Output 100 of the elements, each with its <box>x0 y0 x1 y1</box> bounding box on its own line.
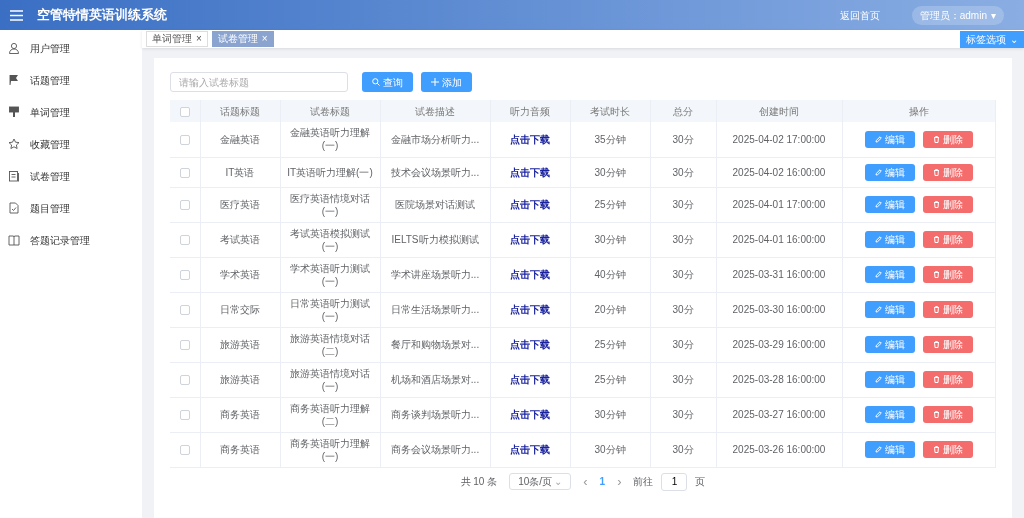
table-cell: 旅游英语情境对话(一) <box>290 367 370 392</box>
table-cell: 商务英语听力理解(一) <box>290 437 370 462</box>
row-checkbox[interactable] <box>179 410 190 421</box>
row-checkbox[interactable] <box>179 375 190 386</box>
row-checkbox[interactable] <box>179 167 190 178</box>
delete-button[interactable]: 删除 <box>922 371 973 388</box>
table-cell: 2025-03-28 16:00:00 <box>732 374 826 385</box>
download-link[interactable]: 点击下载 <box>510 166 550 178</box>
select-all-checkbox[interactable] <box>179 106 190 117</box>
trash-icon <box>932 411 940 418</box>
page-input[interactable]: 1 <box>661 472 688 491</box>
edit-button[interactable]: 编辑 <box>864 231 915 248</box>
table-cell: 30分 <box>672 133 694 145</box>
row-checkbox[interactable] <box>179 445 190 456</box>
sidebar-item[interactable]: 话题管理 <box>0 64 142 96</box>
edit-button[interactable]: 编辑 <box>864 163 915 181</box>
delete-button[interactable]: 删除 <box>922 336 973 353</box>
previous-page-button[interactable]: ‹ <box>583 475 588 488</box>
sidebar-item[interactable]: 答题记录管理 <box>0 224 142 256</box>
page-number[interactable]: 1 <box>599 475 606 488</box>
table-cell: 餐厅和购物场景对... <box>390 339 480 350</box>
edit-button[interactable]: 编辑 <box>864 336 915 353</box>
table-cell: 医疗英语 <box>220 199 260 210</box>
table-cell: 35分钟 <box>594 133 626 145</box>
delete-button[interactable]: 删除 <box>922 231 973 248</box>
table-cell: 考试英语模拟测试(一) <box>290 227 370 252</box>
table-cell: 医疗英语情境对话(一) <box>290 192 370 217</box>
table-cell: 商务英语 <box>220 444 260 455</box>
table-cell: IT英语 <box>225 166 255 178</box>
close-icon[interactable]: × <box>261 32 268 46</box>
edit-button[interactable]: 编辑 <box>864 130 915 148</box>
next-page-button[interactable]: › <box>617 475 622 488</box>
delete-button[interactable]: 删除 <box>922 196 973 213</box>
download-link[interactable]: 点击下载 <box>510 199 550 210</box>
user-menu[interactable]: 管理员：admin ▾ <box>911 5 1004 25</box>
table-cell: 日常交际 <box>220 304 260 315</box>
pencil-icon <box>874 341 882 348</box>
download-link[interactable]: 点击下载 <box>510 133 550 145</box>
menu-icon[interactable] <box>10 9 23 21</box>
close-icon[interactable]: × <box>196 32 202 46</box>
download-link[interactable]: 点击下载 <box>510 234 550 245</box>
edit-button[interactable]: 编辑 <box>864 371 915 388</box>
sidebar-item[interactable]: 单词管理 <box>0 96 142 128</box>
row-checkbox[interactable] <box>179 270 190 281</box>
edit-button[interactable]: 编辑 <box>864 196 915 213</box>
row-checkbox[interactable] <box>179 340 190 351</box>
download-link[interactable]: 点击下载 <box>510 269 550 280</box>
tab[interactable]: 单词管理 × <box>146 31 208 47</box>
table-cell: 2025-04-02 16:00:00 <box>732 166 826 178</box>
row-checkbox[interactable] <box>179 135 190 146</box>
goto-label: 前往 <box>633 475 654 488</box>
tab-options-button[interactable]: 标签选项 ⌄ <box>960 30 1024 48</box>
delete-button[interactable]: 删除 <box>922 163 973 181</box>
table-cell: 2025-03-30 16:00:00 <box>732 304 826 315</box>
row-checkbox[interactable] <box>179 235 190 246</box>
table-cell: 考试英语 <box>220 234 260 245</box>
page-size-select[interactable]: 10条/页 ⌄ <box>509 473 572 490</box>
query-button[interactable]: 查询 <box>362 72 413 92</box>
delete-button[interactable]: 删除 <box>922 130 973 148</box>
table-cell: 30分 <box>672 269 694 280</box>
table-cell: 学术讲座场景听力... <box>390 269 480 280</box>
sidebar-item[interactable]: 收藏管理 <box>0 128 142 160</box>
edit-button[interactable]: 编辑 <box>864 441 915 458</box>
tab[interactable]: 试卷管理 × <box>211 31 274 47</box>
download-link[interactable]: 点击下载 <box>510 409 550 420</box>
table-cell: 技术会议场景听力... <box>390 166 480 178</box>
download-link[interactable]: 点击下载 <box>510 339 550 350</box>
sidebar-item[interactable]: 题目管理 <box>0 192 142 224</box>
delete-button[interactable]: 删除 <box>922 406 973 423</box>
trash-icon <box>932 236 940 243</box>
download-link[interactable]: 点击下载 <box>510 304 550 315</box>
delete-button[interactable]: 删除 <box>922 441 973 458</box>
column-header: 操作 <box>908 105 929 117</box>
delete-button[interactable]: 删除 <box>922 301 973 318</box>
page-suffix: 页 <box>695 475 706 488</box>
trash-icon <box>932 135 940 143</box>
home-link[interactable]: 返回首页 <box>839 8 880 22</box>
add-button[interactable]: 添加 <box>421 72 472 92</box>
column-header: 考试时长 <box>590 105 630 117</box>
table-cell: 30分 <box>672 339 694 350</box>
caret-icon: ⌄ <box>554 475 563 488</box>
delete-button[interactable]: 删除 <box>922 266 973 283</box>
row-checkbox[interactable] <box>179 200 190 211</box>
download-link[interactable]: 点击下载 <box>510 444 550 455</box>
sidebar-item[interactable]: 用户管理 <box>0 32 142 64</box>
edit-button[interactable]: 编辑 <box>864 266 915 283</box>
table-cell: 30分 <box>672 374 694 385</box>
column-header: 话题标题 <box>220 105 260 117</box>
sidebar-item[interactable]: 试卷管理 <box>0 160 142 192</box>
search-field[interactable]: 请输入试卷标题 <box>170 72 348 92</box>
star-icon <box>8 138 20 150</box>
sidebar-label: 话题管理 <box>30 73 70 87</box>
column-header: 创建时间 <box>759 105 799 117</box>
trash-icon <box>932 376 940 383</box>
table-cell: 2025-04-02 17:00:00 <box>732 133 826 145</box>
edit-button[interactable]: 编辑 <box>864 406 915 423</box>
table-cell: 30分 <box>672 234 694 245</box>
row-checkbox[interactable] <box>179 305 190 316</box>
edit-button[interactable]: 编辑 <box>864 301 915 318</box>
download-link[interactable]: 点击下载 <box>510 374 550 385</box>
